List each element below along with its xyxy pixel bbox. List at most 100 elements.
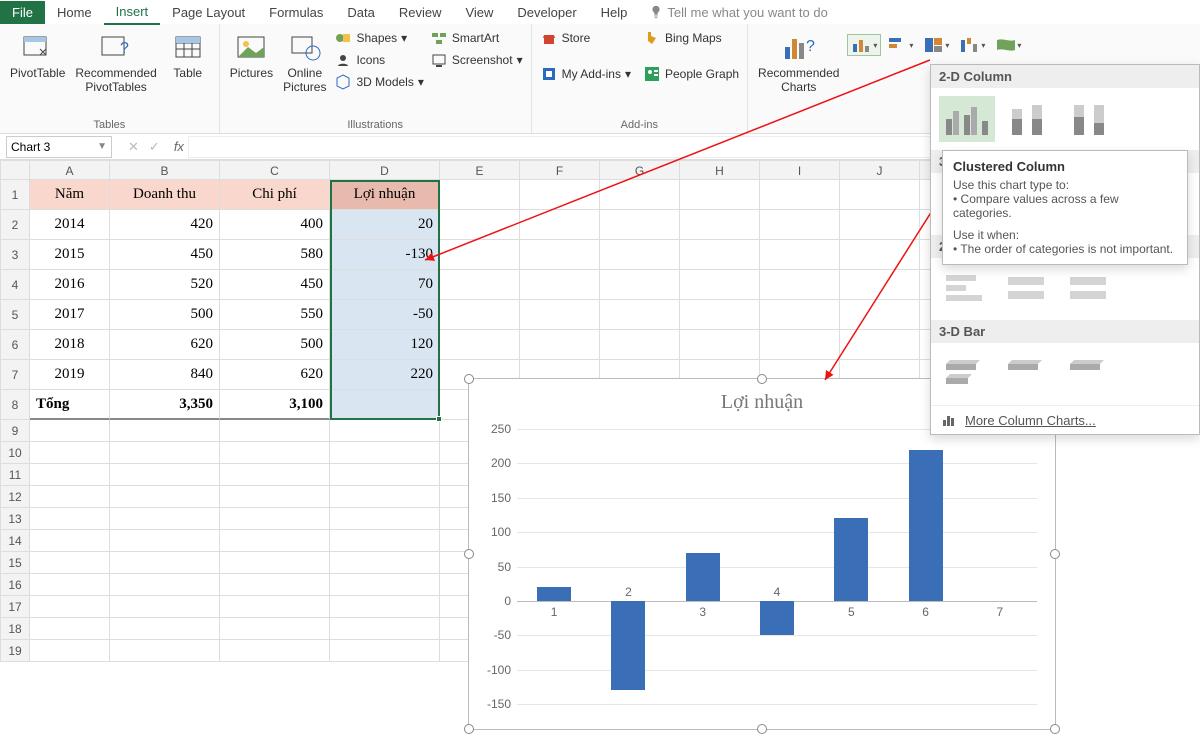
cell[interactable] [110,552,220,574]
3d-bar-3[interactable] [1063,351,1119,397]
cell[interactable]: 3,350 [110,390,220,420]
stacked-column-option[interactable] [1001,96,1057,142]
tell-me-search[interactable]: Tell me what you want to do [649,5,827,20]
hierarchy-chart-button[interactable]: ▾ [919,34,953,56]
cell[interactable] [220,464,330,486]
cell[interactable] [110,640,220,662]
cell[interactable] [220,486,330,508]
chart-bar[interactable] [537,587,571,601]
cell[interactable] [600,330,680,360]
cell[interactable] [440,240,520,270]
row-header[interactable]: 2 [0,210,30,240]
cell[interactable]: 620 [220,360,330,390]
cell[interactable] [600,300,680,330]
cell[interactable] [440,210,520,240]
cell[interactable] [330,618,440,640]
3d-bar-2[interactable] [1001,351,1057,397]
cell[interactable]: -130 [330,240,440,270]
cell[interactable] [220,574,330,596]
row-header[interactable]: 6 [0,330,30,360]
3d-bar-1[interactable] [939,351,995,397]
cell[interactable]: 450 [110,240,220,270]
cell[interactable] [330,640,440,662]
cell[interactable]: 2017 [30,300,110,330]
row-header[interactable]: 18 [0,618,30,640]
cell[interactable] [30,508,110,530]
cell[interactable] [110,508,220,530]
cell[interactable] [440,270,520,300]
cell[interactable]: 450 [220,270,330,300]
cell[interactable] [840,270,920,300]
cell[interactable] [440,330,520,360]
row-header[interactable]: 9 [0,420,30,442]
cell[interactable] [600,270,680,300]
online-pictures-button[interactable]: Online Pictures [279,28,330,97]
cell[interactable] [840,210,920,240]
cell[interactable] [30,596,110,618]
cell[interactable] [330,464,440,486]
cell[interactable] [520,270,600,300]
cell[interactable]: Tổng [30,390,110,420]
map-chart-button[interactable]: ▾ [991,34,1025,56]
col-header-I[interactable]: I [760,160,840,180]
cell[interactable]: 220 [330,360,440,390]
cell[interactable] [220,530,330,552]
cell[interactable] [220,508,330,530]
row-header[interactable]: 15 [0,552,30,574]
waterfall-chart-button[interactable]: ▾ [955,34,989,56]
cell[interactable]: 70 [330,270,440,300]
cell[interactable]: 2018 [30,330,110,360]
cell[interactable] [760,240,840,270]
cell[interactable]: Năm [30,180,110,210]
tab-file[interactable]: File [0,1,45,24]
cell[interactable] [30,530,110,552]
cell[interactable] [600,210,680,240]
cell[interactable]: Doanh thu [110,180,220,210]
tab-data[interactable]: Data [335,1,386,24]
cell[interactable] [330,486,440,508]
tab-home[interactable]: Home [45,1,104,24]
cell[interactable] [220,552,330,574]
cell[interactable] [680,300,760,330]
col-header-F[interactable]: F [520,160,600,180]
tab-formulas[interactable]: Formulas [257,1,335,24]
row-header[interactable]: 3 [0,240,30,270]
selection-handle[interactable] [436,416,442,422]
store-button[interactable]: Store [538,28,633,48]
chart-bar[interactable] [760,601,794,635]
cell[interactable] [520,330,600,360]
col-header-H[interactable]: H [680,160,760,180]
col-header-J[interactable]: J [840,160,920,180]
pivottable-button[interactable]: PivotTable [6,28,69,97]
cell[interactable]: Chi phí [220,180,330,210]
cell[interactable] [760,180,840,210]
cell[interactable] [760,300,840,330]
recommended-charts-button[interactable]: ? Recommended Charts [754,28,843,97]
100-stacked-column-option[interactable] [1063,96,1119,142]
col-header-D[interactable]: D [330,160,440,180]
tab-view[interactable]: View [453,1,505,24]
chart-bar[interactable] [611,601,645,690]
cell[interactable]: 500 [110,300,220,330]
pictures-button[interactable]: Pictures [226,28,277,97]
row-header[interactable]: 8 [0,390,30,420]
row-header[interactable]: 14 [0,530,30,552]
more-column-charts[interactable]: More Column Charts... [931,405,1199,434]
tab-insert[interactable]: Insert [104,0,161,25]
cell[interactable] [330,420,440,442]
col-header-A[interactable]: A [30,160,110,180]
name-box[interactable]: Chart 3 ▼ [6,136,112,158]
cell[interactable] [220,640,330,662]
cell[interactable]: 2014 [30,210,110,240]
chart-bar[interactable] [909,450,943,601]
row-header[interactable]: 19 [0,640,30,662]
3d-models-button[interactable]: 3D Models▾ [332,72,425,92]
cell[interactable] [330,596,440,618]
cell[interactable]: 3,100 [220,390,330,420]
2d-bar-1[interactable] [939,266,995,312]
clustered-column-option[interactable] [939,96,995,142]
cell[interactable]: -50 [330,300,440,330]
row-header[interactable]: 5 [0,300,30,330]
smartart-button[interactable]: SmartArt [428,28,525,48]
bing-maps-button[interactable]: Bing Maps [641,28,741,48]
